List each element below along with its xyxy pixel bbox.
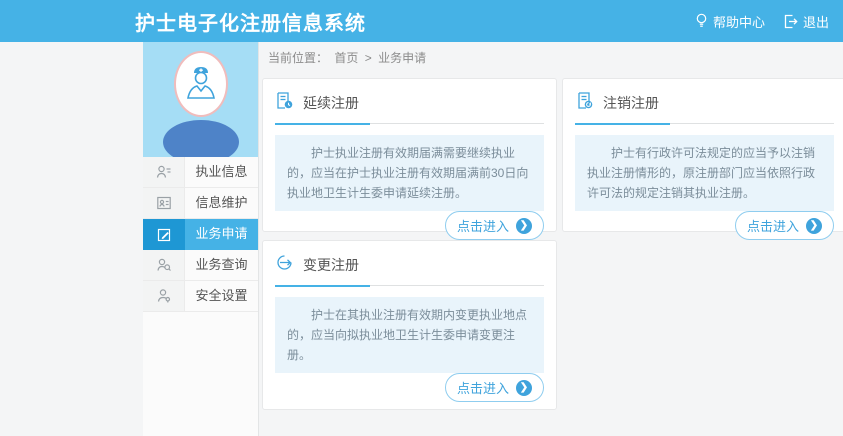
arrow-right-icon: ❯ — [806, 218, 822, 234]
app-title: 护士电子化注册信息系统 — [135, 7, 366, 36]
card-cancel-registration: 注销注册 护士有行政许可法规定的应当予以注销执业注册情形的，原注册部门应当依照行… — [562, 78, 843, 232]
card-change-registration: 变更注册 护士在其执业注册有效期内变更执业地点的，应当向拟执业地卫生计生委申请变… — [262, 240, 557, 410]
card-title-underline — [275, 285, 544, 286]
help-center-label: 帮助中心 — [713, 12, 765, 31]
card-description: 护士有行政许可法规定的应当予以注销执业注册情形的，原注册部门应当依照行政许可法的… — [575, 135, 834, 211]
arrow-right-icon: ❯ — [516, 380, 532, 396]
sidebar-item-info-maintenance[interactable]: 信息维护 — [143, 188, 258, 219]
help-center-link[interactable]: 帮助中心 — [695, 12, 765, 31]
enter-button-label: 点击进入 — [747, 216, 799, 235]
user-card-icon — [143, 157, 185, 187]
card-continue-registration: 延续注册 护士执业注册有效期届满需要继续执业的，应当在护士执业注册有效期届满前3… — [262, 78, 557, 232]
card-footer: 点击进入 ❯ — [275, 211, 544, 240]
left-gutter — [0, 42, 143, 436]
sidebar-item-business-query[interactable]: 业务查询 — [143, 250, 258, 281]
main-content: 当前位置： 首页 > 业务申请 — [259, 42, 843, 436]
sidebar-item-business-application[interactable]: 业务申请 — [143, 219, 258, 250]
enter-button[interactable]: 点击进入 ❯ — [445, 373, 544, 402]
card-title-underline — [275, 123, 544, 124]
card-footer: 点击进入 ❯ — [575, 211, 834, 240]
user-avatar-panel — [143, 42, 258, 157]
breadcrumb-prefix: 当前位置： — [268, 51, 328, 65]
breadcrumb-home-link[interactable]: 首页 — [334, 51, 358, 65]
card-footer: 点击进入 ❯ — [275, 373, 544, 402]
enter-button[interactable]: 点击进入 ❯ — [445, 211, 544, 240]
search-user-icon — [143, 250, 185, 280]
card-header: 注销注册 — [575, 91, 834, 115]
breadcrumb: 当前位置： 首页 > 业务申请 — [262, 44, 843, 72]
nurse-icon — [184, 64, 218, 104]
enter-button[interactable]: 点击进入 ❯ — [735, 211, 834, 240]
sidebar-item-label: 安全设置 — [185, 281, 258, 311]
card-header: 变更注册 — [275, 253, 544, 277]
cancel-document-icon — [575, 91, 594, 115]
sidebar-item-label: 执业信息 — [185, 157, 258, 187]
edit-document-icon — [143, 219, 185, 250]
card-description: 护士执业注册有效期届满需要继续执业的，应当在护士执业注册有效期届满前30日向执业… — [275, 135, 544, 211]
renew-document-icon — [275, 91, 294, 115]
avatar — [174, 51, 228, 117]
app-body: 执业信息 信息维护 — [0, 42, 843, 436]
card-title-underline — [575, 123, 834, 124]
sidebar-menu: 执业信息 信息维护 — [143, 157, 258, 312]
card-description: 护士在其执业注册有效期内变更执业地点的，应当向拟执业地卫生计生委申请变更注册。 — [275, 297, 544, 373]
logout-label: 退出 — [803, 12, 829, 31]
sidebar-item-practice-info[interactable]: 执业信息 — [143, 157, 258, 188]
change-circle-icon — [275, 253, 294, 277]
sidebar: 执业信息 信息维护 — [143, 42, 259, 436]
enter-button-label: 点击进入 — [457, 216, 509, 235]
logout-link[interactable]: 退出 — [783, 12, 829, 31]
card-title: 延续注册 — [303, 93, 359, 113]
card-title: 注销注册 — [603, 93, 659, 113]
user-key-icon — [143, 281, 185, 311]
sidebar-item-label: 业务查询 — [185, 250, 258, 280]
card-header: 延续注册 — [275, 91, 544, 115]
arrow-right-icon: ❯ — [516, 218, 532, 234]
sidebar-item-security-settings[interactable]: 安全设置 — [143, 281, 258, 312]
logout-icon — [783, 14, 798, 29]
enter-button-label: 点击进入 — [457, 378, 509, 397]
sidebar-item-label: 信息维护 — [185, 188, 258, 218]
header-actions: 帮助中心 退出 — [695, 12, 829, 31]
breadcrumb-current: 业务申请 — [378, 51, 426, 65]
service-cards: 延续注册 护士执业注册有效期届满需要继续执业的，应当在护士执业注册有效期届满前3… — [262, 72, 843, 410]
breadcrumb-separator: > — [365, 51, 372, 65]
app-header: 护士电子化注册信息系统 帮助中心 退出 — [0, 0, 843, 42]
sidebar-item-label: 业务申请 — [185, 219, 258, 250]
id-photo-icon — [143, 188, 185, 218]
lightbulb-icon — [695, 13, 708, 29]
card-title: 变更注册 — [303, 255, 359, 275]
